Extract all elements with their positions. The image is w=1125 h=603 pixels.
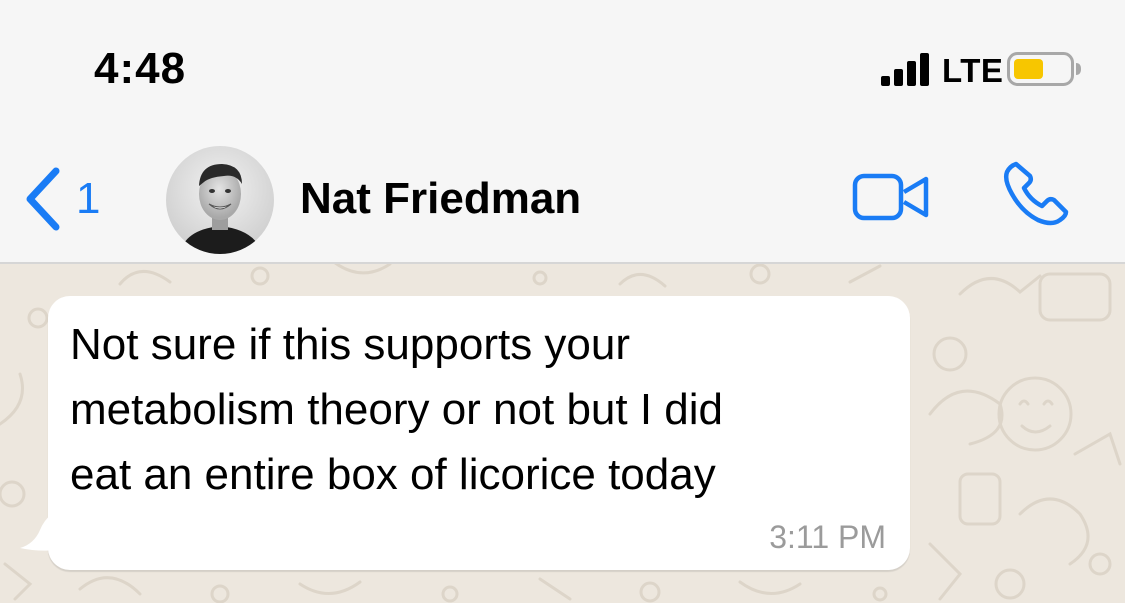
unread-count: 1 <box>76 174 101 223</box>
avatar[interactable] <box>166 146 274 254</box>
bubble-tail <box>20 514 58 551</box>
message-timestamp: 3:11 PM <box>769 519 886 555</box>
chat-area[interactable]: Not sure if this supports your metabolis… <box>0 264 1125 603</box>
message-line: metabolism theory or not but I did <box>70 385 723 434</box>
message-text: Not sure if this supports your metabolis… <box>70 312 870 507</box>
chat-header: 1 Nat Friedman <box>0 130 1125 264</box>
avatar-image <box>166 146 274 254</box>
status-bar: 4:48 LTE <box>0 0 1125 130</box>
battery-icon <box>1007 52 1081 86</box>
message-line: eat an entire box of licorice today <box>70 450 716 499</box>
status-time: 4:48 <box>94 44 187 93</box>
back-button[interactable]: 1 <box>22 164 100 234</box>
signal-icon <box>881 53 929 86</box>
message-bubble[interactable]: Not sure if this supports your metabolis… <box>48 296 910 570</box>
message-line: Not sure if this supports your <box>70 320 631 369</box>
contact-name[interactable]: Nat Friedman <box>300 174 581 224</box>
phone-icon[interactable] <box>1000 158 1072 230</box>
video-camera-icon[interactable] <box>852 172 932 222</box>
back-chevron-icon <box>26 167 60 231</box>
network-label: LTE <box>942 52 1004 89</box>
